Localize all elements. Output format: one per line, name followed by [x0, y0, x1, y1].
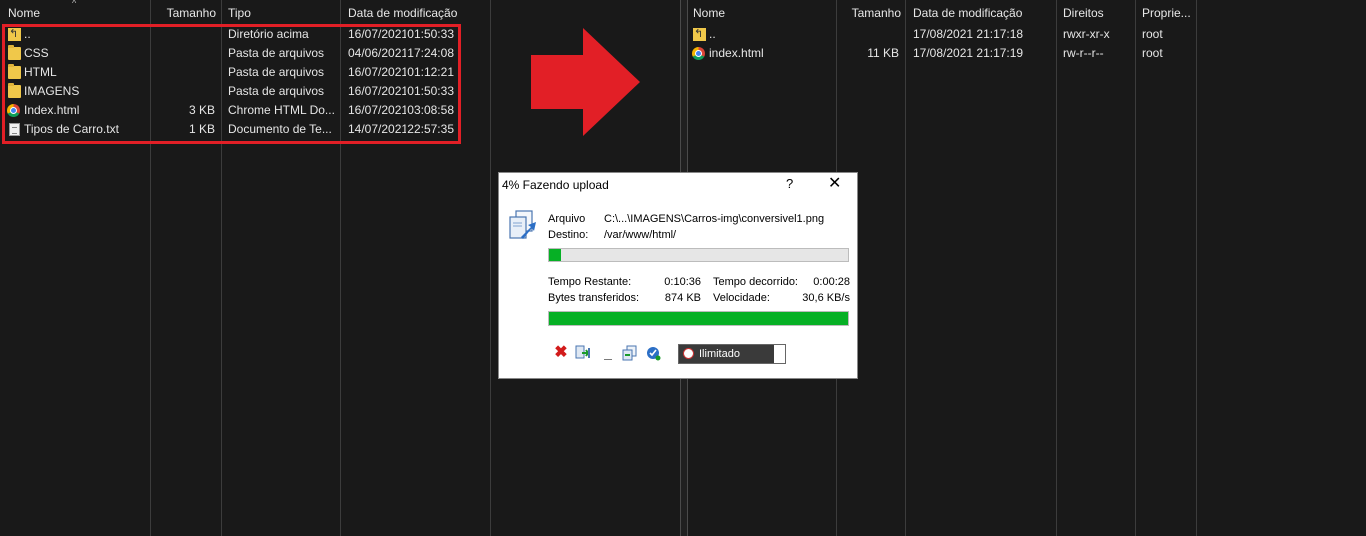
file-label: Arquivo [548, 213, 586, 225]
file-progress-bar [548, 248, 849, 262]
upload-files-icon [509, 210, 536, 239]
column-modified[interactable]: Data de modificação [913, 0, 1022, 24]
total-progress-fill [549, 312, 848, 325]
parent-folder-icon [693, 25, 706, 44]
column-name[interactable]: Nome [693, 0, 725, 24]
speed-label: Velocidade: [713, 292, 770, 304]
bytes-label: Bytes transferidos: [548, 292, 640, 304]
column-divider[interactable] [1196, 0, 1197, 536]
column-rights[interactable]: Direitos [1063, 0, 1104, 24]
file-modified: 17/08/2021 21:17:18 [913, 27, 1024, 41]
settings-icon[interactable] [645, 345, 661, 361]
column-divider[interactable] [1056, 0, 1057, 536]
remaining-label: Tempo Restante: [548, 276, 632, 288]
file-name: index.html [709, 46, 764, 60]
speed-limit-dropdown[interactable]: Ilimitado [678, 344, 786, 364]
red-arrow-right-icon [531, 28, 640, 136]
transfer-background-icon[interactable] [575, 345, 591, 361]
speed-limit-field[interactable]: Ilimitado [679, 345, 774, 363]
sort-ascending-icon: ^ [72, 0, 77, 8]
speed-value: 30,6 KB/s [802, 292, 850, 304]
remote-row-parent[interactable]: .. 17/08/2021 21:17:18 rwxr-xr-x root [688, 25, 1366, 44]
column-modified[interactable]: Data de modificação [348, 0, 457, 24]
dialog-title: 4% Fazendo upload [502, 178, 609, 192]
elapsed-label: Tempo decorrido: [713, 276, 798, 288]
file-modified: 17/08/2021 21:17:19 [913, 46, 1024, 60]
column-owner[interactable]: Proprie... [1142, 0, 1191, 24]
column-name[interactable]: Nome [8, 0, 40, 24]
file-owner: root [1142, 27, 1163, 41]
column-divider[interactable] [905, 0, 906, 536]
column-size[interactable]: Tamanho [150, 0, 216, 24]
destination-label: Destino: [548, 229, 589, 241]
upload-progress-dialog: 4% Fazendo upload ? ✕ Arquivo C:\...\IMA… [498, 172, 858, 379]
speed-gauge-icon [683, 348, 694, 359]
remote-column-header: Nome Tamanho Data de modificação Direito… [688, 0, 1366, 24]
queue-icon[interactable] [622, 345, 638, 361]
file-name: .. [709, 27, 716, 41]
chrome-icon [692, 47, 705, 60]
cancel-icon[interactable]: ✖ [553, 345, 569, 361]
file-size [836, 25, 899, 44]
remote-row-index[interactable]: index.html 11 KB 17/08/2021 21:17:19 rw-… [688, 44, 1366, 63]
close-button[interactable]: ✕ [828, 173, 841, 193]
total-progress-bar [548, 311, 849, 326]
file-rights: rw-r--r-- [1063, 46, 1104, 60]
speed-limit-value: Ilimitado [699, 348, 740, 360]
column-size[interactable]: Tamanho [836, 0, 901, 24]
selection-highlight-box [2, 24, 461, 144]
bytes-value: 874 KB [664, 292, 701, 304]
column-divider[interactable] [1135, 0, 1136, 536]
file-path-value: C:\...\IMAGENS\Carros-img\conversivel1.p… [604, 213, 825, 225]
file-size: 11 KB [867, 46, 899, 60]
minimize-icon[interactable]: _ [600, 345, 616, 361]
file-owner: root [1142, 46, 1163, 60]
elapsed-value: 0:00:28 [813, 276, 850, 288]
file-progress-fill [549, 249, 561, 261]
column-type[interactable]: Tipo [228, 0, 251, 24]
file-rights: rwxr-xr-x [1063, 27, 1110, 41]
help-button[interactable]: ? [786, 176, 793, 191]
destination-path-value: /var/www/html/ [604, 229, 677, 241]
remaining-value: 0:10:36 [664, 276, 701, 288]
